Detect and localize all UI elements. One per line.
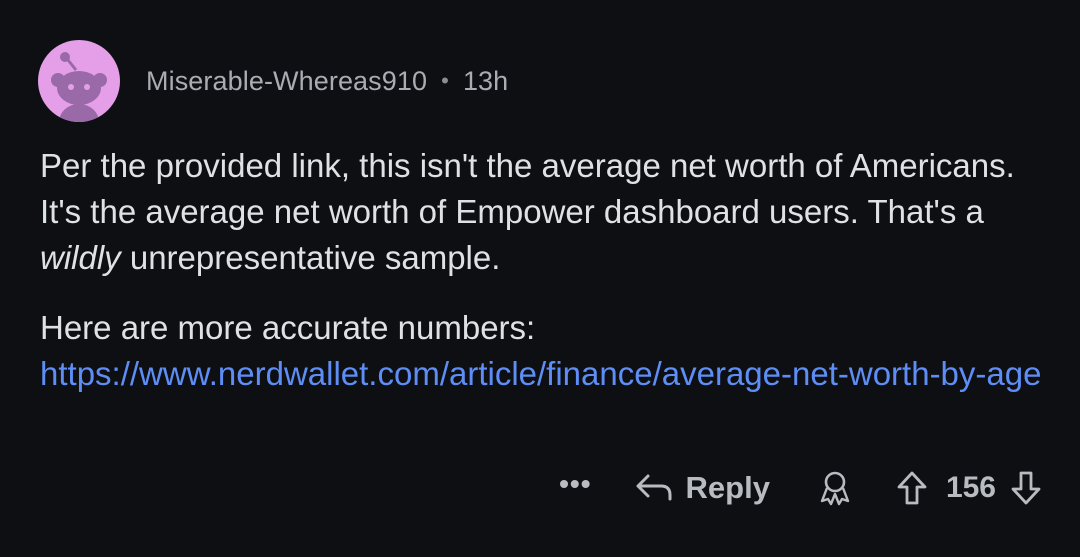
- award-button[interactable]: [818, 469, 852, 507]
- upvote-arrow-icon[interactable]: [896, 470, 928, 506]
- paragraph-text: unrepresentative sample.: [120, 239, 501, 276]
- paragraph-text: Per the provided link, this isn't the av…: [40, 147, 1015, 230]
- reply-label: Reply: [685, 470, 770, 505]
- nerdwallet-link[interactable]: https://www.nerdwallet.com/article/finan…: [40, 355, 1041, 392]
- author-name[interactable]: Miserable-Whereas910: [146, 66, 427, 97]
- reply-arrow-icon: [636, 474, 672, 501]
- comment-paragraph: Per the provided link, this isn't the av…: [40, 143, 1050, 281]
- comment-card: Miserable-Whereas910 • 13h Per the provi…: [0, 0, 1080, 557]
- comment-meta: Miserable-Whereas910 • 13h: [146, 66, 508, 97]
- award-icon: [820, 471, 850, 506]
- reddit-snoo-avatar-icon[interactable]: [38, 40, 120, 122]
- comment-timestamp: 13h: [462, 65, 509, 96]
- reply-button[interactable]: Reply: [634, 470, 770, 506]
- emphasis-text: wildly: [40, 239, 121, 276]
- paragraph-text: Here are more accurate numbers:: [40, 309, 536, 346]
- vote-controls: 156: [896, 470, 1042, 506]
- meta-separator: •: [441, 68, 449, 93]
- comment-body: Per the provided link, this isn't the av…: [40, 143, 1050, 397]
- comment-paragraph: Here are more accurate numbers: https://…: [40, 305, 1050, 397]
- downvote-arrow-icon[interactable]: [1010, 470, 1042, 506]
- comment-actions: ••• Reply 156: [559, 462, 1042, 514]
- more-options-button[interactable]: •••: [559, 470, 591, 498]
- vote-count: 156: [945, 471, 996, 504]
- comment-header: Miserable-Whereas910 • 13h: [38, 40, 508, 122]
